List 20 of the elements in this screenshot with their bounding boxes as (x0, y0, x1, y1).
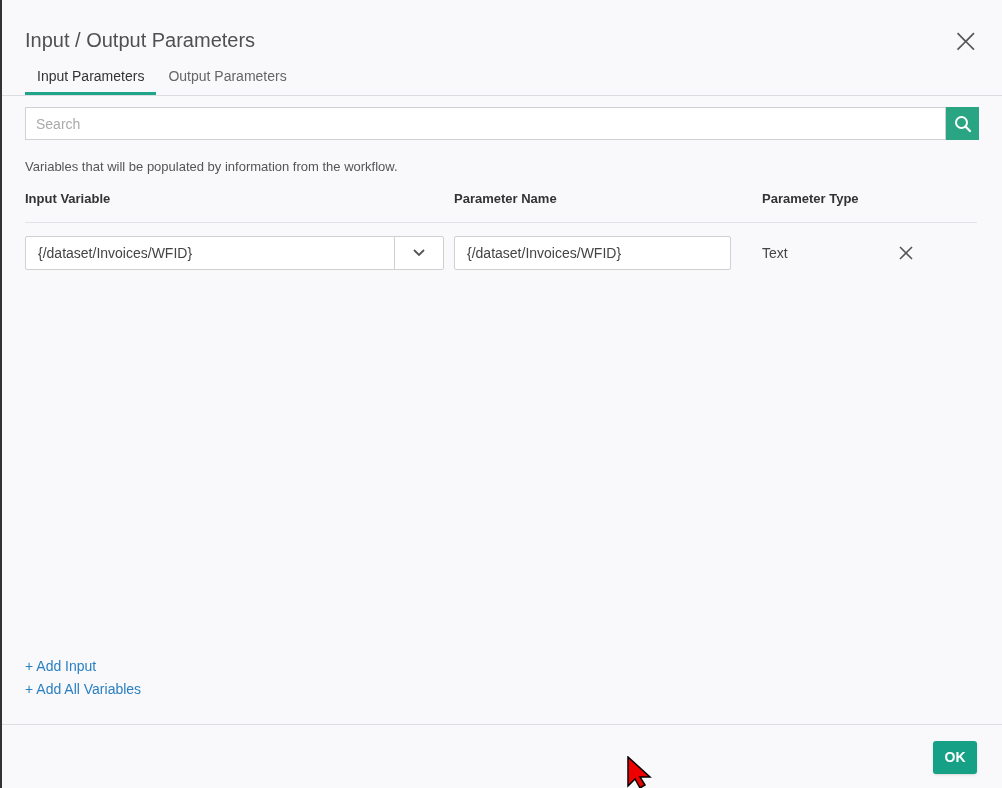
description-text: Variables that will be populated by information from the workflow. (25, 158, 399, 176)
remove-button[interactable] (898, 245, 914, 261)
chevron-down-icon (413, 249, 425, 257)
column-header: Parameter Type (762, 189, 860, 208)
close-button[interactable]: × (951, 23, 980, 57)
input-variable-dropdown[interactable]: {/dataset/Invoices/WFID} (25, 236, 444, 270)
column-header: Input Variable (25, 189, 112, 208)
add-link[interactable]: + Add Input (25, 656, 97, 677)
parameter-name-field[interactable]: {/dataset/Invoices/WFID} (454, 236, 731, 270)
tab[interactable]: Output Parameters (156, 66, 299, 95)
cursor-icon (626, 756, 654, 788)
dialog-title: Input / Output Parameters (25, 28, 256, 53)
tab[interactable]: Input Parameters (25, 66, 157, 95)
search-field[interactable]: Search (25, 107, 946, 140)
search-button[interactable] (946, 107, 979, 140)
column-header: Parameter Name (454, 189, 558, 208)
close-icon (899, 246, 913, 260)
search-icon (953, 114, 972, 133)
add-link[interactable]: + Add All Variables (25, 679, 142, 700)
parameter-type-text: Text (762, 243, 789, 263)
